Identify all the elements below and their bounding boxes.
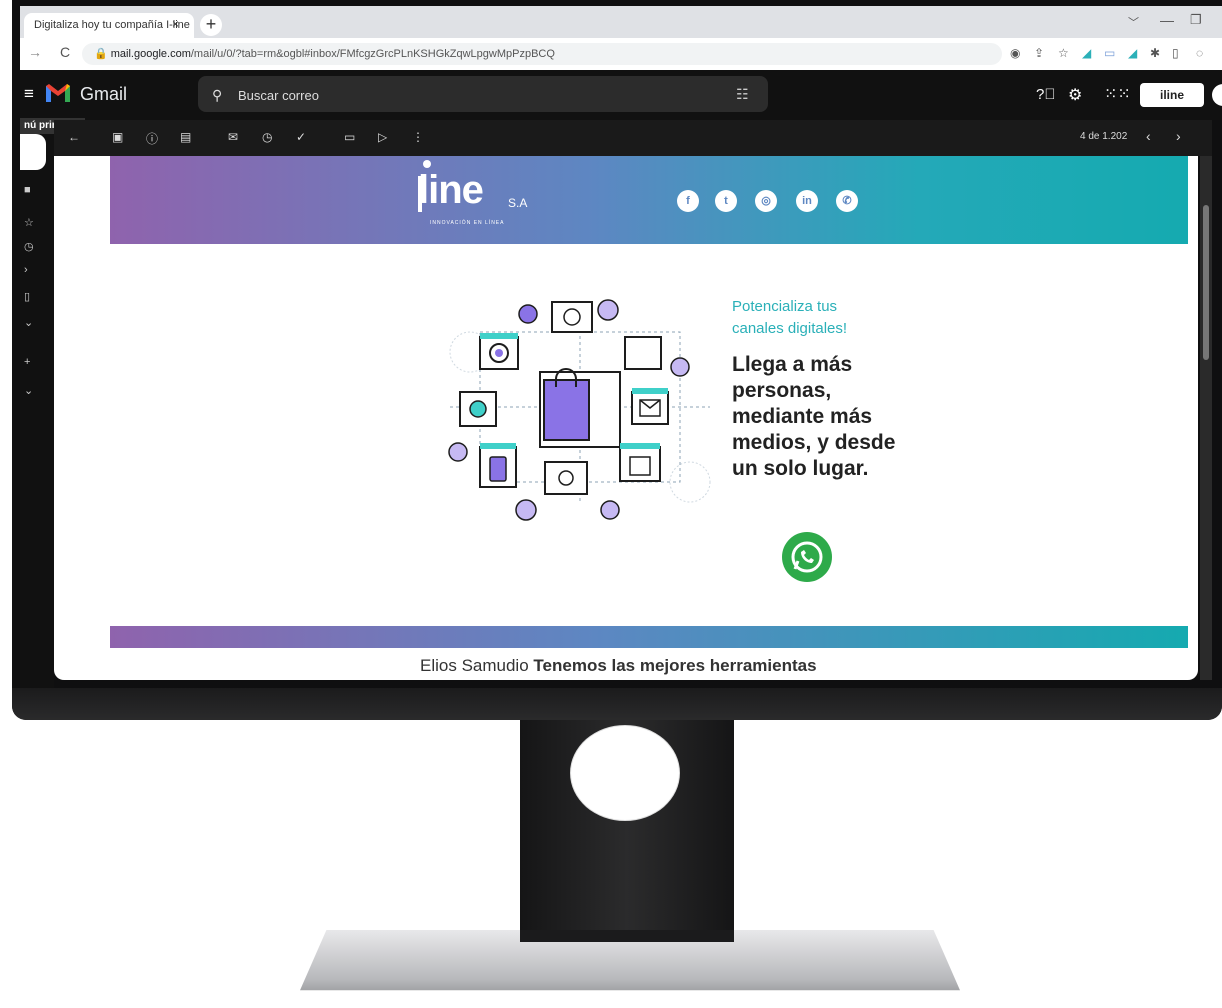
url-path: /mail/u/0/?tab=rm&ogbl#inbox/FMfcgzGrcPL… [190, 48, 555, 60]
search-input[interactable]: Buscar correo [238, 88, 319, 103]
archive-icon[interactable]: ▣ [112, 130, 123, 144]
browser-tab[interactable]: Digitaliza hoy tu compañía I-line [24, 13, 194, 38]
scrollbar-thumb[interactable] [1203, 205, 1209, 360]
extensions-puzzle-icon[interactable]: ✱ [1150, 46, 1160, 60]
compose-button[interactable] [20, 134, 46, 170]
sidebar-drafts-icon[interactable]: ▯ [24, 290, 30, 303]
digital-channels-illustration [448, 299, 711, 521]
search-options-icon[interactable]: ☷ [736, 86, 749, 103]
settings-gear-icon[interactable]: ⚙ [1068, 85, 1082, 105]
snooze-icon[interactable]: ◷ [262, 130, 272, 144]
back-arrow-icon[interactable]: ← [68, 130, 80, 144]
side-panel-icon[interactable]: ▯ [1172, 46, 1179, 60]
email-signature: Elios Samudio Tenemos las mejores herram… [420, 656, 817, 676]
sidebar-more-icon[interactable]: ⌄ [24, 316, 33, 329]
url-host: mail.google.com [110, 48, 191, 60]
brand-tagline: INNOVACIÓN EN LÍNEA [430, 220, 505, 226]
sidebar-inbox-icon[interactable]: ■ [24, 184, 31, 196]
account-logo[interactable]: iline [1140, 83, 1204, 107]
new-tab-button[interactable]: + [200, 14, 222, 36]
url-field[interactable]: 🔒 mail.google.com/mail/u/0/?tab=rm&ogbl#… [82, 43, 1002, 65]
whatsapp-icon[interactable]: ✆ [836, 190, 858, 212]
bookmark-star-icon[interactable]: ☆ [1058, 46, 1069, 60]
older-chevron-icon[interactable]: › [1176, 128, 1181, 144]
linkedin-icon[interactable]: in [796, 190, 818, 212]
gmail-title: Gmail [80, 84, 128, 104]
forward-icon[interactable]: → [28, 44, 42, 60]
lock-icon: 🔒 [94, 48, 111, 60]
mark-unread-icon[interactable]: ✉ [228, 130, 238, 144]
report-spam-icon[interactable]: ⓘ [146, 130, 158, 147]
brand-logo: line [418, 168, 484, 212]
promo-subheading: Potencializa tus canales digitales! [732, 298, 848, 337]
sidebar-starred-icon[interactable]: ☆ [24, 216, 34, 229]
brand-suffix: S.A [508, 196, 528, 210]
extension-code-icon[interactable]: ▭ [1104, 46, 1115, 60]
extension-icon[interactable]: ◢ [1082, 46, 1091, 60]
email-banner [110, 156, 1188, 244]
minimize-icon[interactable]: — [1160, 12, 1174, 28]
apps-grid-icon[interactable]: ⁙⁙ [1104, 84, 1131, 104]
stand-cable-hole [570, 725, 680, 821]
sidebar-sent-icon[interactable]: › [24, 264, 28, 276]
eye-icon[interactable]: ◉ [1010, 46, 1020, 60]
search-icon[interactable]: ⚲ [212, 87, 222, 104]
page-count: 4 de 1.202 [1080, 131, 1128, 142]
reload-icon[interactable]: C [60, 44, 70, 60]
main-menu-icon[interactable]: ≡ [24, 84, 34, 104]
twitter-icon[interactable]: t [715, 190, 737, 212]
gmail-sidebar [20, 120, 54, 688]
help-icon[interactable]: ?⃝ [1036, 86, 1056, 103]
newer-chevron-icon[interactable]: ‹ [1146, 128, 1151, 144]
label-icon[interactable]: ▷ [378, 130, 387, 144]
facebook-icon[interactable]: f [677, 190, 699, 212]
sidebar-label-icon[interactable]: ⌄ [24, 384, 33, 397]
add-task-icon[interactable]: ✓ [296, 130, 306, 144]
tab-title: Digitaliza hoy tu compañía I-line [34, 19, 190, 31]
whatsapp-icon [791, 541, 823, 573]
signature-name: Elios Samudio [420, 656, 529, 675]
tab-search-chevron-icon[interactable]: ﹀ [1128, 14, 1139, 30]
delete-icon[interactable]: ▤ [180, 130, 191, 144]
stand-base-joint [520, 930, 734, 942]
signature-text: Tenemos las mejores herramientas [533, 656, 817, 675]
monitor-chin [12, 688, 1222, 720]
tab-close-icon[interactable]: × [172, 17, 179, 31]
restore-icon[interactable]: ❐ [1190, 12, 1202, 28]
sidebar-add-label-icon[interactable]: + [24, 356, 30, 368]
brand-logo-dot [423, 160, 431, 168]
whatsapp-contact-button[interactable] [782, 532, 832, 582]
sidebar-snoozed-icon[interactable]: ◷ [24, 240, 34, 253]
instagram-icon[interactable]: ◎ [755, 190, 777, 212]
promo-headline: Llega a más personas, mediante más medio… [732, 353, 896, 480]
share-icon[interactable]: ⇪ [1034, 46, 1044, 60]
more-options-icon[interactable]: ⋮ [412, 130, 424, 144]
gmail-logo-icon [46, 84, 70, 102]
email-footer-bar [110, 626, 1188, 648]
extension-icon-2[interactable]: ◢ [1128, 46, 1137, 60]
move-to-icon[interactable]: ▭ [344, 130, 355, 144]
profile-icon[interactable]: ◌ [1196, 46, 1203, 60]
